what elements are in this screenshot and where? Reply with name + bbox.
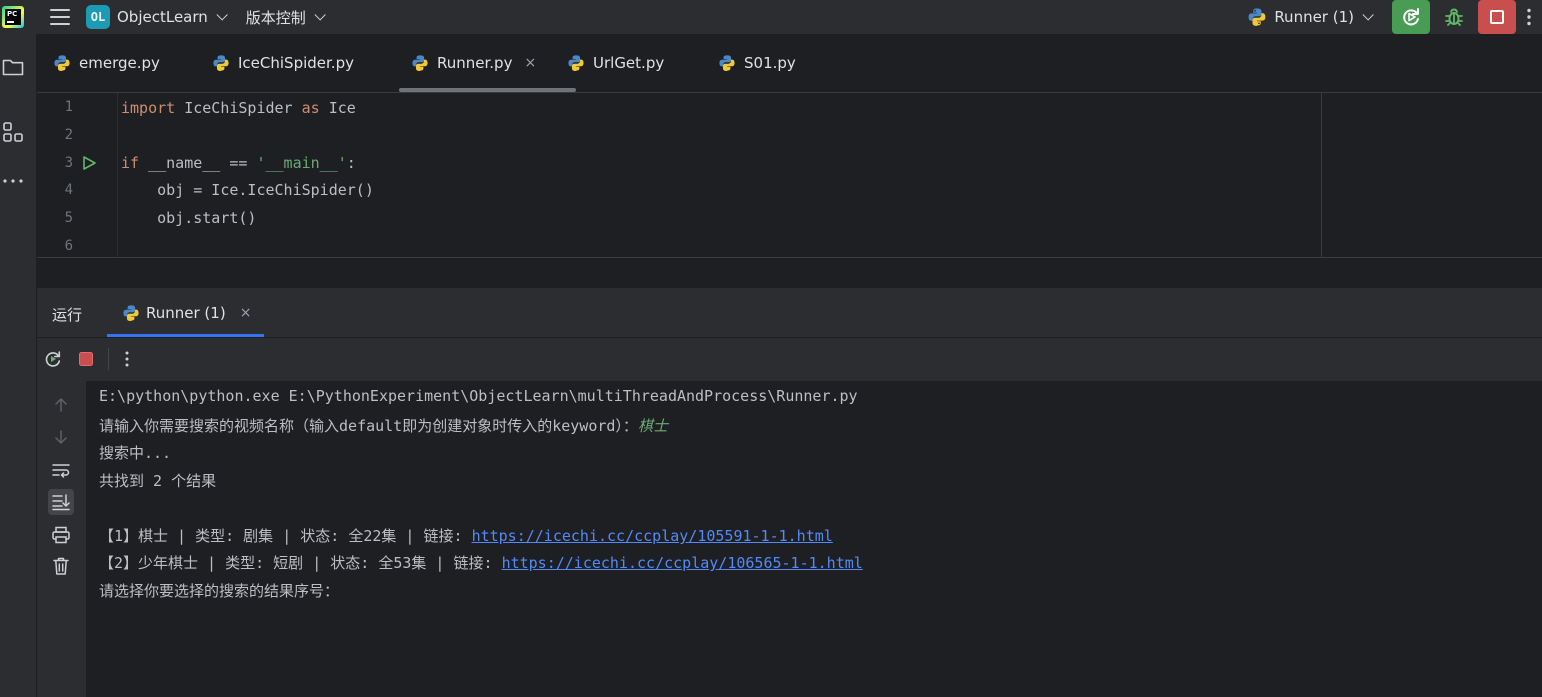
run-toolbar	[37, 338, 1542, 381]
rerun-icon	[1403, 8, 1419, 26]
code-editor[interactable]: 1 2 3 4 5 6 import IceChiSpider as Ice i…	[37, 93, 1542, 257]
soft-wrap-icon[interactable]	[48, 457, 74, 483]
python-icon	[54, 55, 70, 72]
editor-bottom-space	[37, 258, 1542, 288]
more-vertical-icon[interactable]	[117, 349, 137, 369]
run-panel-header: 运行 Runner (1) ×	[37, 288, 1542, 338]
result-text: 【2】少年棋士 | 类型: 短剧 | 状态: 全53集 | 链接:	[99, 554, 502, 572]
right-margin-guide	[1321, 93, 1322, 257]
console-line: E:\python\python.exe E:\PythonExperiment…	[99, 387, 858, 405]
chevron-down-icon[interactable]	[314, 9, 326, 21]
line-number: 5	[64, 210, 73, 226]
scroll-to-end-icon[interactable]	[48, 489, 74, 515]
tab-emerge[interactable]: emerge.py	[53, 34, 160, 92]
result-link[interactable]: https://icechi.cc/ccplay/106565-1-1.html	[502, 554, 863, 572]
folder-icon[interactable]	[0, 54, 26, 80]
console-line: 【2】少年棋士 | 类型: 短剧 | 状态: 全53集 | 链接: https:…	[99, 552, 863, 573]
close-icon[interactable]: ×	[240, 305, 252, 321]
title-bar-left: PC OL ObjectLearn 版本控制	[0, 0, 326, 34]
console-prompt: 请输入你需要搜索的视频名称（输入default即为创建对象时传入的keyword…	[99, 417, 638, 435]
result-text: 【1】棋士 | 类型: 剧集 | 状态: 全22集 | 链接:	[99, 527, 472, 545]
print-icon[interactable]	[48, 522, 74, 548]
run-panel-title: 运行	[52, 306, 83, 324]
arrow-up-icon[interactable]	[48, 392, 74, 418]
run-tab-label: Runner (1)	[146, 304, 226, 322]
debug-icon	[1445, 8, 1463, 26]
pycharm-logo-mark: PC	[5, 9, 21, 25]
line-number: 3	[64, 155, 73, 171]
gutter-divider	[117, 93, 118, 257]
console-line: 【1】棋士 | 类型: 剧集 | 状态: 全22集 | 链接: https://…	[99, 525, 833, 546]
structure-icon[interactable]	[0, 119, 26, 145]
console-line: 请输入你需要搜索的视频名称（输入default即为创建对象时传入的keyword…	[99, 415, 668, 436]
ide-window: PC OL ObjectLearn 版本控制 Runner (1) emerge…	[0, 0, 1542, 697]
more-horizontal-icon[interactable]	[0, 168, 26, 194]
debug-button[interactable]	[1434, 0, 1474, 34]
tab-label: UrlGet.py	[593, 54, 665, 72]
line-number: 1	[64, 99, 73, 115]
console-output[interactable]: E:\python\python.exe E:\PythonExperiment…	[86, 381, 1542, 697]
editor-tabs: emerge.py IceChiSpider.py Runner.py × Ur…	[37, 34, 1542, 93]
console-user-input: 棋士	[637, 417, 668, 435]
more-vertical-icon[interactable]	[1516, 0, 1542, 34]
run-config-selector[interactable]: Runner (1)	[1247, 7, 1374, 27]
code-area[interactable]: import IceChiSpider as Ice if __name__ =…	[121, 93, 1321, 257]
tab-label: Runner.py	[437, 54, 513, 72]
tool-window-strip	[0, 34, 37, 697]
console-line: 请选择你要选择的搜索的结果序号：	[99, 582, 340, 600]
run-gutter-icon[interactable]	[81, 155, 97, 171]
tab-label: S01.py	[744, 54, 796, 72]
console-side-toolbar	[37, 381, 86, 697]
active-tab-indicator	[107, 334, 264, 337]
arrow-down-icon[interactable]	[48, 424, 74, 450]
code-line-1: import IceChiSpider as Ice	[121, 99, 356, 117]
run-config-label: Runner (1)	[1274, 8, 1354, 26]
title-bar: PC OL ObjectLearn 版本控制 Runner (1)	[0, 0, 1542, 34]
hamburger-icon[interactable]	[50, 9, 70, 25]
console-line: 搜索中...	[99, 444, 172, 462]
line-number: 4	[64, 182, 73, 198]
python-icon	[568, 55, 584, 72]
console-line: 共找到 2 个结果	[99, 472, 217, 490]
vcs-menu[interactable]: 版本控制	[246, 7, 306, 28]
line-number: 2	[64, 127, 73, 143]
pycharm-logo[interactable]: PC	[2, 6, 24, 28]
project-name[interactable]: ObjectLearn	[117, 8, 208, 26]
result-link[interactable]: https://icechi.cc/ccplay/105591-1-1.html	[472, 527, 833, 545]
tab-urlget[interactable]: UrlGet.py	[567, 34, 664, 92]
line-gutter: 1 2 3 4 5 6	[37, 93, 117, 257]
line-number: 6	[64, 238, 73, 254]
stop-button[interactable]	[1478, 0, 1516, 34]
trash-icon[interactable]	[48, 553, 74, 579]
chevron-down-icon	[1362, 9, 1374, 21]
chevron-down-icon[interactable]	[216, 9, 228, 21]
code-line-3: if __name__ == '__main__':	[121, 154, 356, 172]
python-icon	[213, 55, 229, 72]
code-line-5: obj.start()	[121, 209, 257, 227]
tab-icechispider[interactable]: IceChiSpider.py	[212, 34, 354, 92]
rerun-icon[interactable]	[43, 349, 63, 369]
tab-runner[interactable]: Runner.py ×	[398, 34, 577, 92]
rerun-button[interactable]	[1392, 0, 1430, 34]
python-icon	[1248, 8, 1266, 26]
project-badge[interactable]: OL	[86, 5, 110, 29]
run-tab-runner[interactable]: Runner (1) ×	[122, 288, 251, 338]
code-line-4: obj = Ice.IceChiSpider()	[121, 181, 374, 199]
tab-label: IceChiSpider.py	[238, 54, 354, 72]
toolbar-separator	[108, 348, 109, 370]
tab-s01[interactable]: S01.py	[718, 34, 796, 92]
python-icon	[719, 55, 735, 72]
python-icon	[412, 55, 428, 72]
stop-icon[interactable]	[76, 349, 96, 369]
close-icon[interactable]: ×	[524, 55, 536, 71]
title-bar-right: Runner (1)	[1247, 0, 1542, 34]
tab-label: emerge.py	[79, 54, 160, 72]
python-icon	[123, 305, 139, 322]
stop-icon	[1490, 10, 1504, 24]
